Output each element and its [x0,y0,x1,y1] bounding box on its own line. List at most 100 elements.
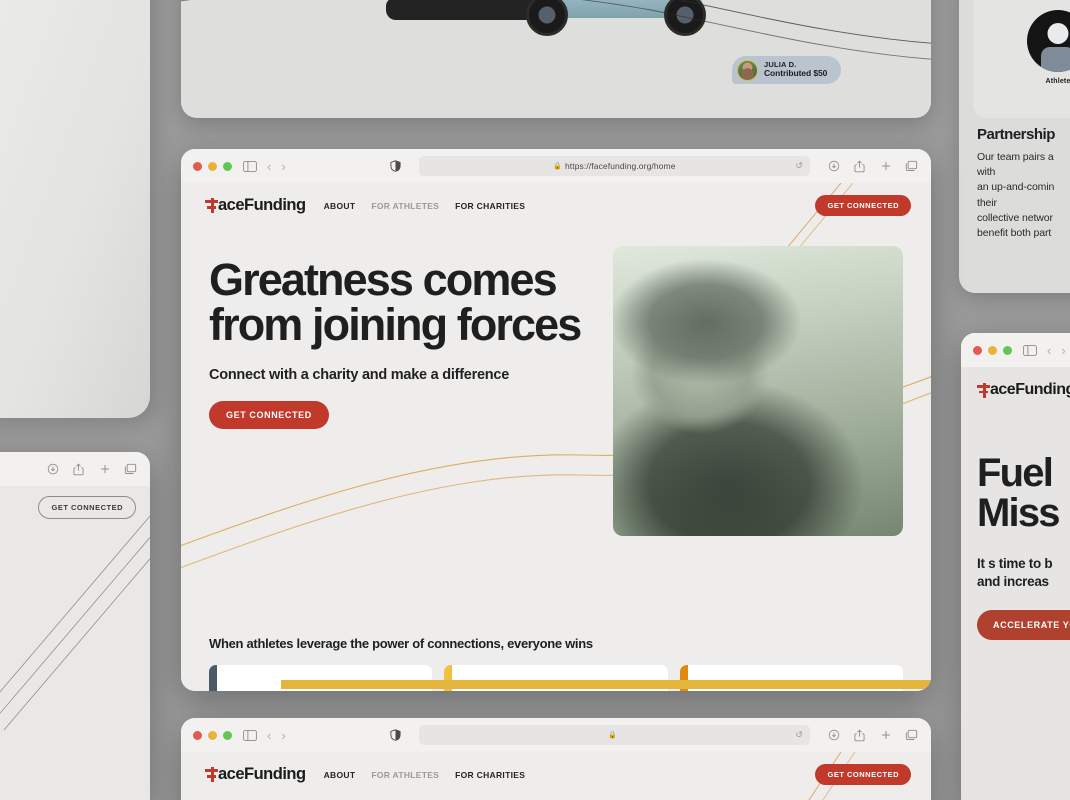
accelerate-button[interactable]: ACCELERATE YOUR [977,610,1070,641]
browser-chrome: ‹ › 🔒 ↺ [181,718,931,752]
get-connected-button[interactable]: GET CONNECTED [38,496,136,519]
hero-subheadline: Connect with a charity and make a differ… [209,367,510,384]
hero-yellow-band [281,680,931,689]
lock-icon: 🔒 [553,163,562,170]
athlete-avatar-icon [1027,9,1070,72]
forward-button[interactable]: › [281,160,285,173]
partnership-body-text: Our team pairs a with an up-and-comin th… [977,151,1055,240]
logo-mark-icon [977,382,990,398]
logo-text: aceFunding [990,381,1070,398]
maximize-button[interactable] [223,730,232,740]
sidebar-toggle-icon[interactable] [242,160,257,173]
new-tab-icon[interactable] [878,160,893,173]
right-browser-window: ‹ › aceFunding Fuel Miss It s time to b … [961,333,1070,800]
window-controls[interactable] [973,345,1012,355]
new-tab-icon[interactable] [878,729,893,742]
new-tab-icon[interactable] [97,463,112,476]
minimize-button[interactable] [208,161,217,171]
tab-overview-icon[interactable] [904,160,919,173]
privacy-shield-icon[interactable] [388,729,403,742]
url-text: https://facefunding.org/home [564,161,676,171]
car-hero-panel: JULIA D. Contributed $50 [181,0,931,118]
address-bar[interactable]: 🔒 https://facefunding.org/home ↺ [418,156,810,176]
partnership-title: Partnership [977,126,1055,143]
logo[interactable]: aceFunding [205,765,306,784]
nav-link-for-charities[interactable]: FOR CHARITIES [455,770,525,780]
nav-link-for-athletes[interactable]: FOR ATHLETES [371,201,439,211]
close-button[interactable] [193,730,202,740]
bottom-window-content: aceFunding ABOUT FOR ATHLETES FOR CHARIT… [181,752,931,800]
right-headline: Fuel Miss [977,451,1061,535]
back-button[interactable]: ‹ [1047,344,1051,357]
logo-text: aceFunding [218,196,306,214]
nav-link-for-athletes[interactable]: FOR ATHLETES [371,770,439,780]
partnership-panel: Athlete Partnership Our team pairs a wit… [959,0,1070,293]
site-navbar: aceFunding [961,367,1070,405]
race-car-illustration [376,0,716,50]
logo-mark-icon [205,767,218,782]
contributor-avatar [737,59,758,81]
logo-mark-icon [205,198,218,213]
reload-icon[interactable]: ↺ [795,730,803,741]
download-icon[interactable] [45,463,60,476]
bottom-browser-window: ‹ › 🔒 ↺ aceFunding ABOUT FOR ATHLETES FO… [181,718,931,800]
privacy-shield-icon[interactable] [388,160,403,173]
browser-chrome: ‹ › 🔒 https://facefunding.org/home ↺ [181,149,931,183]
nav-link-about[interactable]: ABOUT [324,770,356,780]
contributor-amount: Contributed $50 [764,68,828,79]
athlete-label: Athlete [1045,77,1070,85]
facefunding-homepage: aceFunding ABOUT FOR ATHLETES FOR CHARIT… [181,183,931,691]
sidebar-toggle-icon[interactable] [1022,344,1037,357]
address-bar[interactable]: 🔒 ↺ [418,725,810,745]
download-icon[interactable] [826,729,841,742]
screenshot-canvas: JULIA D. Contributed $50 Athlete Partner… [0,0,1070,800]
back-button[interactable]: ‹ [267,729,271,742]
download-icon[interactable] [826,160,841,173]
maximize-button[interactable] [223,161,232,171]
logo[interactable]: aceFunding [205,196,306,215]
diagonal-lines-decoration [0,515,150,731]
get-connected-button[interactable]: GET CONNECTED [815,764,911,785]
browser-chrome [0,452,150,486]
maximize-button[interactable] [1003,345,1012,355]
benefits-title: When athletes leverage the power of conn… [209,636,593,651]
right-subheadline: It s time to b and increas [977,556,1053,589]
close-button[interactable] [973,345,982,355]
minimize-button[interactable] [208,730,217,740]
site-navbar: aceFunding ABOUT FOR ATHLETES FOR CHARIT… [181,752,931,793]
lock-icon: 🔒 [608,732,618,739]
forward-button[interactable]: › [1061,344,1065,357]
hero-get-connected-button[interactable]: GET CONNECTED [209,401,329,430]
left-intro-panel: ork: rate y a t [0,0,150,418]
back-button[interactable]: ‹ [267,160,271,173]
reload-icon[interactable]: ↺ [795,161,803,172]
tab-overview-icon[interactable] [123,463,138,476]
nav-links: ABOUT FOR ATHLETES FOR CHARITIES [324,770,526,780]
share-icon[interactable] [71,463,86,476]
athlete-card: Athlete [973,0,1070,118]
forward-button[interactable]: › [281,729,285,742]
left-browser-window: GET CONNECTED [0,452,150,800]
get-connected-button[interactable]: GET CONNECTED [815,195,911,216]
browser-chrome: ‹ › [961,333,1070,367]
card-accent-bar [209,665,217,691]
site-navbar: aceFunding ABOUT FOR ATHLETES FOR CHARIT… [181,183,931,224]
hero-image [613,246,903,536]
right-window-content: aceFunding Fuel Miss It s time to b and … [961,367,1070,800]
minimize-button[interactable] [988,345,997,355]
nav-links: ABOUT FOR ATHLETES FOR CHARITIES [324,201,526,211]
hero-section: Greatness comes from joining forces Conn… [181,224,931,536]
logo-text: aceFunding [218,765,306,783]
window-controls[interactable] [193,161,232,171]
tab-overview-icon[interactable] [904,729,919,742]
nav-link-for-charities[interactable]: FOR CHARITIES [455,201,525,211]
share-icon[interactable] [852,160,867,173]
sidebar-toggle-icon[interactable] [242,729,257,742]
main-browser-window: ‹ › 🔒 https://facefunding.org/home ↺ ace… [181,149,931,691]
logo[interactable]: aceFunding [977,381,1070,399]
share-icon[interactable] [852,729,867,742]
nav-link-about[interactable]: ABOUT [324,201,356,211]
contribution-badge: JULIA D. Contributed $50 [732,56,842,84]
window-controls[interactable] [193,730,232,740]
close-button[interactable] [193,161,202,171]
